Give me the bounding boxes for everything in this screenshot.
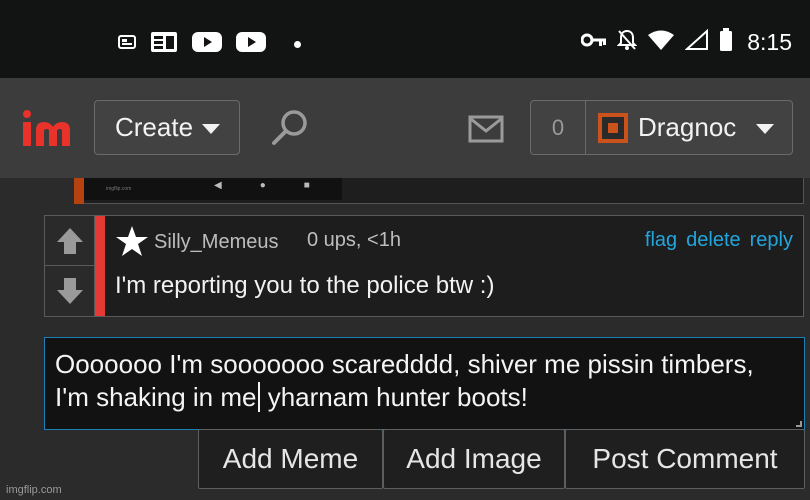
bell-off-icon bbox=[616, 29, 638, 56]
caret-down-icon bbox=[202, 124, 221, 134]
notification-count[interactable]: 0 bbox=[530, 100, 586, 155]
delete-link[interactable]: delete bbox=[686, 229, 741, 252]
phone-nav-icons: ◀●■ bbox=[214, 180, 348, 191]
add-meme-button[interactable]: Add Meme bbox=[198, 429, 383, 489]
notification-count-label: 0 bbox=[551, 114, 565, 140]
youtube-icon bbox=[236, 31, 266, 58]
post-comment-button[interactable]: Post Comment bbox=[565, 429, 805, 489]
user-menu-button[interactable]: Dragnoc bbox=[585, 100, 793, 155]
comment-username[interactable]: Silly_Memeus bbox=[154, 231, 278, 254]
status-right-icons: 8:15 bbox=[580, 28, 792, 57]
create-label: Create bbox=[115, 112, 194, 142]
reply-text-after-caret: yharnam hunter boots! bbox=[260, 382, 528, 412]
search-icon[interactable] bbox=[270, 108, 310, 153]
comment-meta: 0 ups, <1h bbox=[307, 229, 401, 251]
reply-link[interactable]: reply bbox=[750, 229, 793, 252]
status-left-icons bbox=[118, 31, 301, 58]
downvote-button[interactable] bbox=[45, 266, 95, 316]
wifi-icon bbox=[647, 30, 675, 55]
image-watermark-text: imgflip.com bbox=[106, 186, 132, 192]
vote-controls bbox=[45, 216, 95, 316]
downvote-indicator-bar bbox=[95, 216, 105, 316]
status-bar: 8:15 bbox=[0, 0, 810, 78]
comment-accent-bar bbox=[74, 178, 84, 204]
add-image-button[interactable]: Add Image bbox=[383, 429, 565, 489]
create-dropdown-button[interactable]: Create bbox=[94, 100, 240, 155]
youtube-icon bbox=[192, 31, 222, 58]
battery-icon bbox=[719, 28, 733, 57]
previous-comment-image: imgflip.com ◀●■ bbox=[74, 178, 804, 204]
vpn-key-icon bbox=[580, 32, 607, 53]
dot-icon bbox=[294, 41, 301, 48]
arrow-up-icon bbox=[57, 227, 83, 254]
news-icon bbox=[118, 34, 136, 55]
imgflip-watermark: imgflip.com bbox=[6, 484, 62, 496]
caret-down-icon bbox=[756, 124, 775, 134]
embedded-image[interactable]: imgflip.com ◀●■ bbox=[84, 178, 342, 200]
signal-icon bbox=[684, 28, 709, 56]
comment-text: I'm reporting you to the police btw :) bbox=[115, 272, 495, 299]
comment: Silly_Memeus 0 ups, <1h flag delete repl… bbox=[44, 215, 804, 317]
flag-link[interactable]: flag bbox=[645, 229, 677, 252]
upvote-button[interactable] bbox=[45, 216, 95, 266]
reply-textarea[interactable]: Ooooooo I'm sooooooo scaredddd, shiver m… bbox=[44, 337, 805, 430]
avatar bbox=[598, 112, 628, 143]
username-label: Dragnoc bbox=[638, 112, 737, 142]
mail-icon[interactable] bbox=[468, 115, 504, 148]
clock: 8:15 bbox=[747, 29, 792, 55]
google-news-icon bbox=[150, 31, 178, 58]
star-icon bbox=[115, 224, 149, 263]
resize-handle[interactable] bbox=[796, 421, 802, 427]
comment-actions: flag delete reply bbox=[645, 229, 793, 252]
arrow-down-icon bbox=[57, 278, 83, 304]
site-logo[interactable] bbox=[22, 110, 74, 153]
comment-form-buttons: Add Meme Add Image Post Comment bbox=[198, 429, 805, 489]
text-caret bbox=[257, 382, 260, 412]
